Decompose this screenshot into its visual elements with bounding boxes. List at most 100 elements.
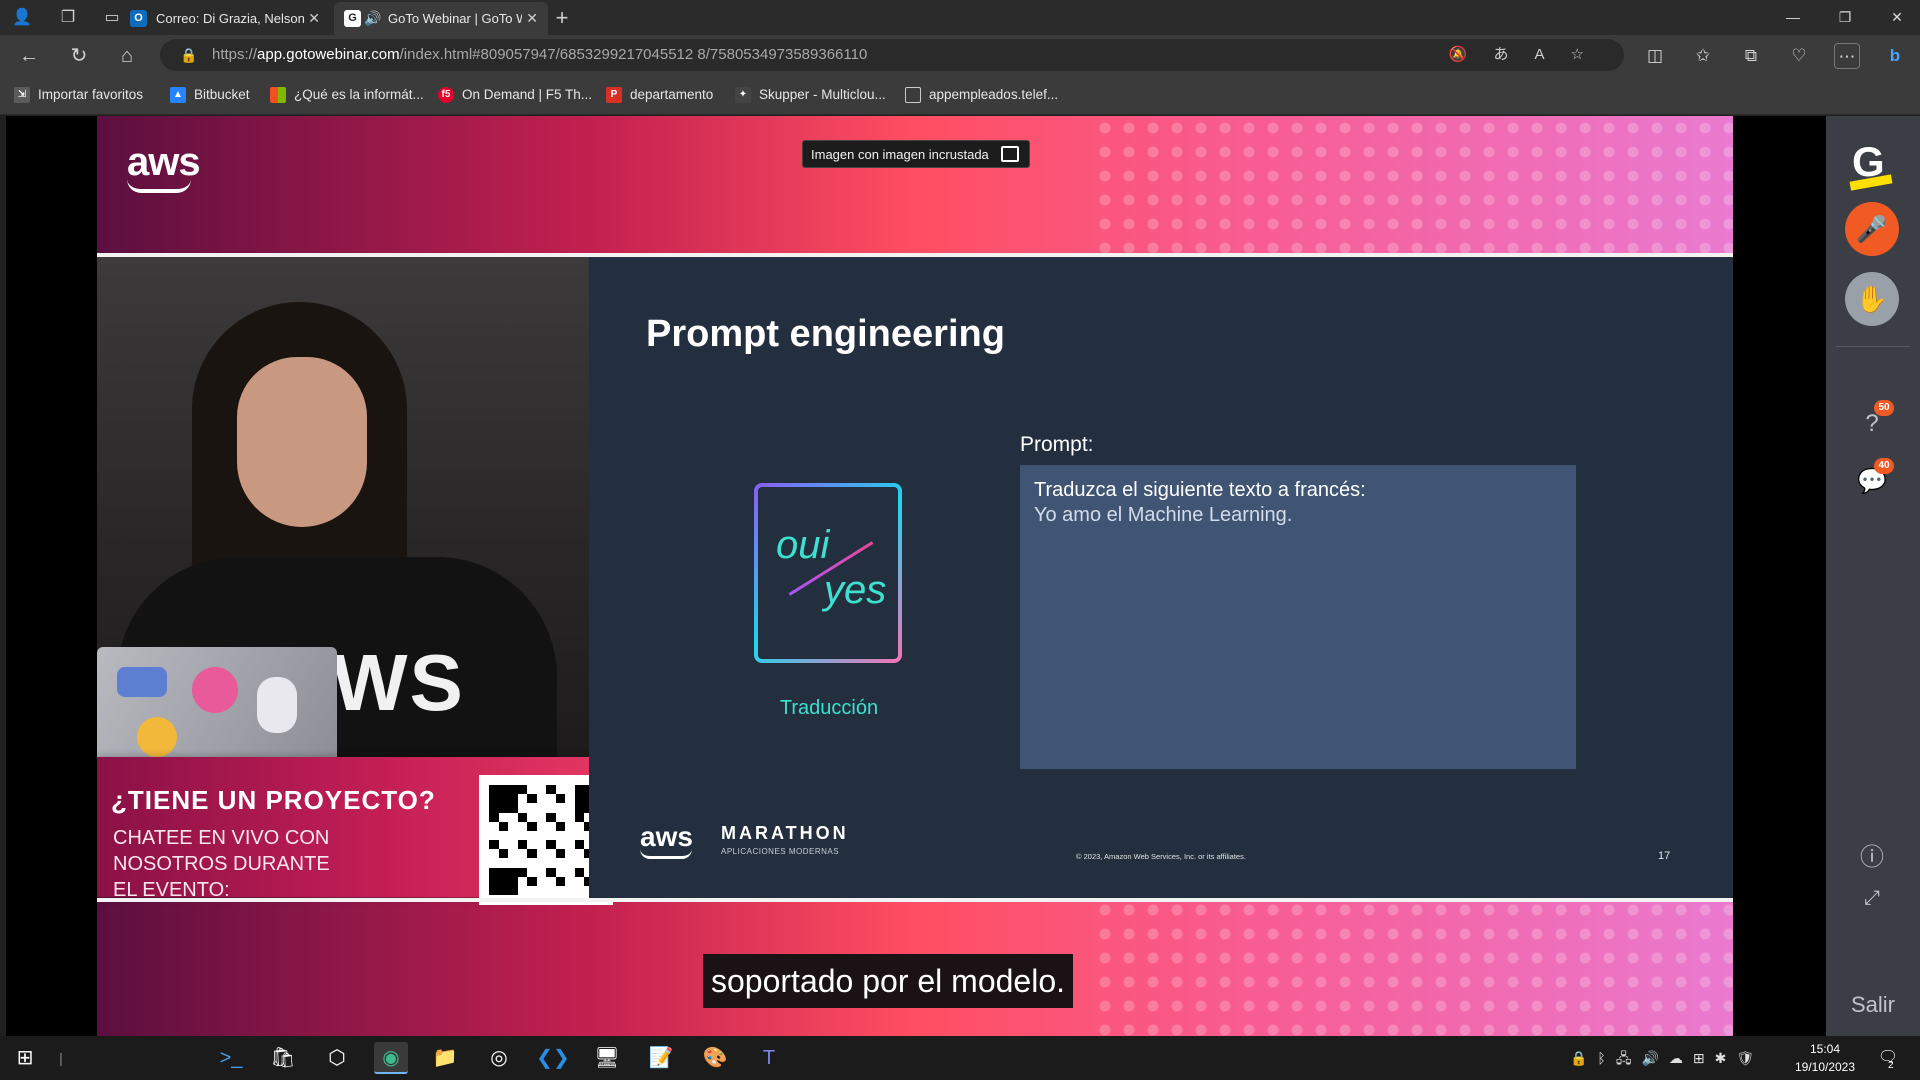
address-bar-actions[interactable]: 🔕あA☆ — [1449, 39, 1610, 71]
paint-icon[interactable]: 🎨 — [698, 1042, 732, 1074]
bookmark-f5[interactable]: f5 On Demand | F5 Th... — [438, 85, 592, 105]
tab-gotowebinar[interactable]: G 🔊 GoTo Webinar | GoTo Webinar ✕ — [334, 2, 548, 35]
lock-icon[interactable]: 🔒 — [180, 39, 197, 71]
bookmark-que-es[interactable]: ¿Qué es la informát... — [270, 85, 424, 105]
chrome-icon[interactable]: ◎ — [482, 1042, 516, 1074]
teams-icon[interactable]: T — [752, 1042, 786, 1074]
browser-essentials-icon[interactable]: ♡ — [1786, 43, 1812, 69]
questions-icon[interactable]: ? 50 — [1856, 400, 1894, 440]
card-word-oui: oui — [776, 523, 830, 567]
profile-avatar-icon[interactable]: 👤 — [10, 6, 34, 30]
clock-time: 15:04 — [1809, 1042, 1841, 1056]
footer-title: MARATHON — [721, 823, 849, 843]
bookmark-label: Importar favoritos — [38, 87, 144, 102]
copyright: © 2023, Amazon Web Services, Inc. or its… — [1076, 852, 1246, 861]
outlook-icon: O — [130, 10, 147, 27]
tab-title: Correo: Di Grazia, Nelson - Outlook — [156, 11, 306, 26]
shirt-logo-text: WS — [332, 638, 465, 727]
bing-chat-icon[interactable]: b — [1882, 43, 1908, 69]
skupper-icon: ✦ — [735, 87, 751, 103]
url-scheme: https:// — [212, 46, 258, 63]
file-explorer-icon[interactable]: 📁 — [428, 1042, 462, 1074]
store-icon[interactable]: 🛍 — [266, 1042, 300, 1074]
goto-logo: G — [1849, 138, 1893, 191]
laptop — [97, 647, 337, 757]
windows-logo-icon — [270, 87, 286, 103]
chat-badge: 40 — [1874, 458, 1894, 474]
picture-in-picture-button[interactable]: Imagen con imagen incrustada — [802, 140, 1030, 168]
bookmark-departamento[interactable]: P departamento — [606, 85, 713, 105]
bookmark-label: ¿Qué es la informát... — [294, 87, 424, 102]
pip-label: Imagen con imagen incrustada — [811, 147, 989, 162]
live-caption: soportado por el modelo. — [703, 954, 1073, 1008]
bookmark-appempleados[interactable]: appempleados.telef... — [905, 85, 1058, 105]
url-input[interactable]: 🔒 https://app.gotowebinar.com/index.html… — [160, 39, 1624, 71]
slide-title: Prompt engineering — [646, 313, 1005, 355]
edge-icon[interactable]: ◉ — [374, 1042, 408, 1074]
presenter-face — [237, 357, 367, 527]
restore-icon[interactable]: ❐ — [1822, 0, 1868, 35]
goto-icon: G — [344, 10, 361, 27]
promo-title: ¿TIENE UN PROYECTO? — [111, 785, 436, 815]
bookmark-import[interactable]: ⇲ Importar favoritos — [14, 85, 143, 105]
bitbucket-icon: ▲ — [170, 87, 186, 103]
favorites-bar: ⇲ Importar favoritos ▲ Bitbucket ¿Qué es… — [0, 75, 1920, 115]
presentation-slide: Prompt engineering oui yes Traducción Pr… — [589, 257, 1733, 898]
footer-subtitle: APLICACIONES MODERNAS — [721, 847, 840, 856]
tab-outlook[interactable]: O Correo: Di Grazia, Nelson - Outlook ✕ — [120, 2, 330, 35]
bookmark-bitbucket[interactable]: ▲ Bitbucket — [170, 85, 250, 105]
webinar-control-rail: G 🎤 ✋ ? 50 💬 40 ⓘ ⤢ Salir — [1826, 116, 1920, 1036]
footer-aws-logo: aws — [640, 821, 693, 859]
vscode-icon[interactable]: ❮❯ — [536, 1042, 570, 1074]
collections-icon[interactable]: ⧉ — [1738, 43, 1764, 69]
bookmark-label: On Demand | F5 Th... — [462, 87, 593, 102]
split-screen-icon[interactable]: ◫ — [1642, 43, 1668, 69]
exit-button[interactable]: Salir — [1826, 992, 1920, 1018]
promo-banner: ¿TIENE UN PROYECTO? CHATEE EN VIVO CON N… — [97, 757, 631, 905]
window-close-icon[interactable]: ✕ — [1874, 0, 1920, 35]
bookmark-label: departamento — [630, 87, 714, 102]
card-caption: Traducción — [779, 697, 879, 719]
minimize-icon[interactable]: — — [1770, 0, 1816, 35]
clock[interactable]: 15:04 19/10/2023 — [1780, 1040, 1870, 1076]
prompt-label: Prompt: — [1020, 433, 1094, 456]
close-icon[interactable]: ✕ — [526, 2, 538, 35]
raise-hand-icon[interactable]: ✋ — [1845, 272, 1899, 326]
close-icon[interactable]: ✕ — [308, 2, 320, 35]
speaker-icon[interactable]: 🔊 — [364, 2, 381, 35]
app-icon[interactable]: 🖥 — [590, 1042, 624, 1074]
pdf-icon: P — [606, 87, 622, 103]
virtualbox-icon[interactable]: ⬡ — [320, 1042, 354, 1074]
info-icon[interactable]: ⓘ — [1856, 842, 1888, 874]
url-host: app.gotowebinar.com — [257, 46, 400, 63]
new-tab-button[interactable]: + — [550, 6, 574, 30]
start-icon[interactable]: ⊞ — [8, 1042, 42, 1074]
reload-icon[interactable]: ↻ — [66, 43, 92, 69]
f5-icon: f5 — [438, 87, 454, 103]
webinar-video[interactable]: aws Imagen con imagen incrustada WS ¿TIE… — [97, 116, 1733, 1036]
notepad-icon[interactable]: 📝 — [644, 1042, 678, 1074]
windows-taskbar: ⊞ | >_ 🛍 ⬡ ◉ 📁 ◎ ❮❯ 🖥 📝 🎨 T 🔒ᛒ🖧🔊☁⊞✱🛡▭ 15… — [0, 1036, 1920, 1080]
notifications-icon[interactable]: 🗨 2 — [1876, 1046, 1900, 1071]
system-tray[interactable]: 🔒ᛒ🖧🔊☁⊞✱🛡▭ — [1570, 1036, 1770, 1080]
divider — [1836, 346, 1910, 347]
more-options-icon[interactable]: ⋯ — [1834, 43, 1860, 69]
workspaces-icon[interactable]: ❐ — [56, 6, 80, 30]
clock-date: 19/10/2023 — [1794, 1060, 1856, 1074]
bookmark-skupper[interactable]: ✦ Skupper - Multiclou... — [735, 85, 886, 105]
page-icon — [905, 87, 921, 103]
home-icon[interactable]: ⌂ — [114, 43, 140, 69]
translation-card-icon: oui yes — [754, 483, 902, 663]
back-icon[interactable]: ← — [16, 43, 42, 69]
tab-title: GoTo Webinar | GoTo Webinar — [388, 11, 522, 26]
chat-icon[interactable]: 💬 40 — [1856, 458, 1894, 498]
task-view-icon[interactable]: | — [44, 1042, 78, 1074]
powershell-icon[interactable]: >_ — [214, 1042, 248, 1074]
bookmark-label: appempleados.telef... — [929, 87, 1059, 102]
fullscreen-icon[interactable]: ⤢ — [1856, 882, 1888, 914]
divider — [97, 898, 1733, 902]
microphone-muted-icon[interactable]: 🎤 — [1845, 202, 1899, 256]
url-path: /index.html#809057947/6853299217045512 8… — [399, 46, 868, 63]
pip-icon — [1000, 146, 1019, 162]
favorites-icon[interactable]: ✩ — [1690, 43, 1716, 69]
